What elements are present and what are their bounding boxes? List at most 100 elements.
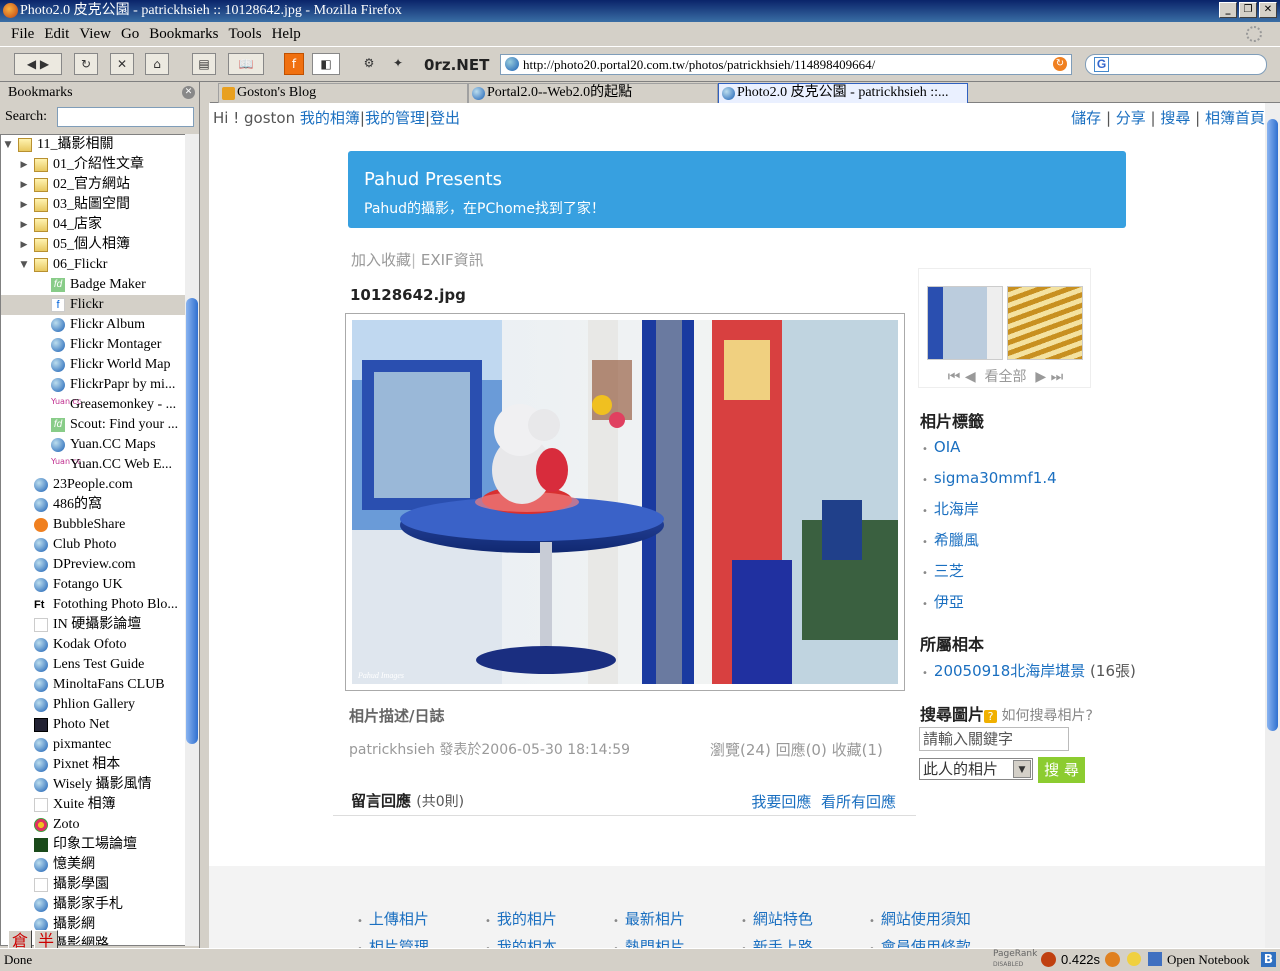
smiley-icon[interactable] [1127, 952, 1141, 966]
all-replies-link[interactable]: 看所有回應 [821, 793, 896, 811]
link-logout[interactable]: 登出 [430, 109, 460, 127]
bookmark-item[interactable]: 印象工場論壇 [1, 835, 185, 855]
bookmark-item[interactable]: 23People.com [1, 475, 185, 495]
bookmark-item[interactable]: DPreview.com [1, 555, 185, 575]
chevron-down-icon[interactable]: ▼ [19, 255, 29, 275]
puzzle-icon[interactable]: ✦ [384, 53, 412, 75]
link-my-albums[interactable]: 我的相簿 [300, 109, 360, 127]
tag-link[interactable]: sigma30mmf1.4 [934, 469, 1057, 487]
bookmark-item[interactable]: ▶ 02_官方網站 [1, 175, 185, 195]
bookmark-item[interactable]: Xuite 相簿 [1, 795, 185, 815]
thumbnail-prev[interactable] [927, 286, 1003, 360]
sidebar-scrollbar[interactable] [185, 134, 199, 946]
first-icon[interactable]: ⏮ [948, 369, 961, 385]
menu-bookmarks[interactable]: Bookmarks [149, 26, 218, 43]
fire-icon[interactable] [1041, 952, 1056, 967]
tab-portal20[interactable]: Portal2.0--Web2.0的起點 [468, 83, 718, 103]
notebook-icon[interactable] [1148, 952, 1162, 966]
menu-edit[interactable]: Edit [44, 26, 69, 43]
back-forward-icon[interactable]: ◀ ▶ [14, 53, 62, 75]
bookmark-item[interactable]: Club Photo [1, 535, 185, 555]
close-button[interactable]: ✕ [1259, 2, 1277, 18]
bookmark-item[interactable]: Fotango UK [1, 575, 185, 595]
menu-go[interactable]: Go [121, 26, 139, 43]
bookmark-item[interactable]: f Flickr [1, 295, 185, 315]
bookmark-item[interactable]: ▶ 01_介紹性文章 [1, 155, 185, 175]
bookmark-item[interactable]: Pixnet 相本 [1, 755, 185, 775]
stop-icon[interactable]: ✕ [110, 53, 134, 75]
bookmark-item[interactable]: Ft Fotothing Photo Blo... [1, 595, 185, 615]
help-icon[interactable]: ? [984, 710, 998, 723]
page-scrollbar[interactable] [1265, 103, 1280, 948]
album-link[interactable]: 20050918北海岸堪景 [934, 662, 1085, 680]
bookmark-item[interactable]: Flickr World Map [1, 355, 185, 375]
bookmark-item[interactable]: ▶ 04_店家 [1, 215, 185, 235]
bookmark-item[interactable]: Phlion Gallery [1, 695, 185, 715]
bookmark-item[interactable]: 憶美網 [1, 855, 185, 875]
footer-manage[interactable]: 相片管理 [369, 938, 429, 948]
chevron-right-icon[interactable]: ▶ [19, 175, 29, 195]
link-search[interactable]: 搜尋 [1160, 109, 1190, 127]
chevron-right-icon[interactable]: ▶ [19, 155, 29, 175]
main-photo[interactable]: Pahud Images [345, 313, 905, 691]
home-icon[interactable]: ⌂ [145, 53, 169, 75]
gear-icon[interactable]: ⚙ [356, 53, 382, 75]
firefox-icon[interactable] [1105, 952, 1120, 967]
bookmark-item[interactable]: Wisely 攝影風情 [1, 775, 185, 795]
bookmark-item[interactable]: MinoltaFans CLUB [1, 675, 185, 695]
go-icon[interactable]: ↻ [1053, 57, 1067, 71]
search-scope-select[interactable]: 此人的相片 ▼ [919, 758, 1033, 780]
bookmark-item[interactable]: Photo Net [1, 715, 185, 735]
footer-latest[interactable]: 最新相片 [625, 910, 685, 928]
footer-my-albums[interactable]: 我的相本 [497, 938, 557, 948]
thumbnail-next[interactable] [1007, 286, 1083, 360]
tab-photo20[interactable]: Photo2.0 皮克公園 - patrickhsieh ::... [718, 83, 968, 103]
bookmark-item[interactable]: Lens Test Guide [1, 655, 185, 675]
bookmark-item[interactable]: Kodak Ofoto [1, 635, 185, 655]
chevron-right-icon[interactable]: ▶ [19, 215, 29, 235]
bookmark-item[interactable]: Yuan cc Yuan.CC Web E... [1, 455, 185, 475]
bookmark-item[interactable]: fd Badge Maker [1, 275, 185, 295]
footer-terms[interactable]: 網站使用須知 [881, 910, 971, 928]
bookmark-item[interactable]: 486的窩 [1, 495, 185, 515]
tab-gostons-blog[interactable]: Goston's Blog [218, 83, 468, 103]
sidebar-search-input[interactable] [57, 107, 194, 127]
bookmark-item[interactable]: 攝影家手札 [1, 895, 185, 915]
link-home[interactable]: 相簿首頁 [1205, 109, 1265, 127]
chevron-right-icon[interactable]: ▶ [19, 235, 29, 255]
bookmark-item[interactable]: fd Scout: Find your ... [1, 415, 185, 435]
b-icon[interactable]: B [1261, 952, 1276, 967]
minimize-button[interactable]: _ [1219, 2, 1237, 18]
tag-link[interactable]: 北海岸 [934, 500, 979, 518]
tag-link[interactable]: OIA [934, 438, 961, 456]
prev-icon[interactable]: ◀ [965, 369, 976, 385]
last-icon[interactable]: ⏭ [1051, 369, 1064, 385]
bookmark-item[interactable]: ▼ 11_攝影相關 [1, 135, 185, 155]
footer-features[interactable]: 網站特色 [753, 910, 813, 928]
bookmark-item[interactable]: Yuan.CC Maps [1, 435, 185, 455]
menu-file[interactable]: File [11, 26, 34, 43]
open-notebook[interactable]: Open Notebook [1167, 952, 1250, 968]
book-icon[interactable]: 📖 [228, 53, 264, 75]
bookmark-item[interactable]: Flickr Montager [1, 335, 185, 355]
keyword-input[interactable]: 請輸入關鍵字 [919, 727, 1069, 751]
next-icon[interactable]: ▶ [1035, 369, 1046, 385]
footer-member-terms[interactable]: 會員使用條款 [881, 938, 971, 948]
tag-link[interactable]: 三芝 [934, 562, 964, 580]
bookmark-item[interactable]: Yuan cc Greasemonkey - ... [1, 395, 185, 415]
tag-link[interactable]: 伊亞 [934, 593, 964, 611]
bookmark-item[interactable]: ▶ 05_個人相簿 [1, 235, 185, 255]
search-button[interactable]: 搜 尋 [1038, 757, 1085, 783]
reader-icon[interactable]: ▤ [192, 53, 216, 75]
tag-link[interactable]: 希臘風 [934, 531, 979, 549]
color-picker-icon[interactable]: ◧ [312, 53, 340, 75]
chevron-right-icon[interactable]: ▶ [19, 195, 29, 215]
orz-brand[interactable]: 0rz.NET [424, 56, 489, 74]
url-bar[interactable]: http://photo20.portal20.com.tw/photos/pa… [500, 54, 1072, 75]
reply-link[interactable]: 我要回應 [751, 793, 811, 811]
exif-link[interactable]: EXIF資訊 [421, 251, 484, 269]
close-icon[interactable]: ✕ [182, 86, 195, 99]
bookmark-item[interactable]: ▼ 06_Flickr [1, 255, 185, 275]
view-all-link[interactable]: 看全部 [985, 369, 1027, 385]
menu-help[interactable]: Help [272, 26, 301, 43]
